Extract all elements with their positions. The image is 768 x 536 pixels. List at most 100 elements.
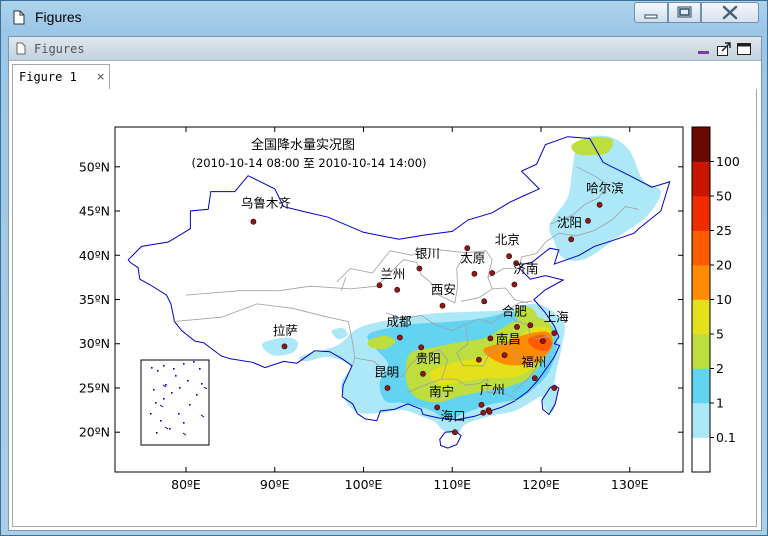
y-tick-label: 30ºN [79,336,110,351]
city-marker [527,322,534,329]
y-tick-label: 45ºN [79,204,110,219]
panel-titlebar[interactable]: Figures [9,37,761,61]
island-mark [169,428,171,430]
city-marker [539,338,546,344]
city-label: 沈阳 [557,215,582,230]
y-tick-label: 50ºN [79,159,110,174]
island-mark [178,413,180,415]
tab-figure-1[interactable]: Figure 1 × [12,64,110,90]
precip-area-10 [261,337,299,356]
colorbar-segment [692,161,710,197]
island-mark [153,389,155,391]
city-marker [489,270,496,276]
city-marker [551,385,558,391]
city-label: 昆明 [374,365,399,380]
figures-panel: Figures Figure 1 × 乌鲁木齐 哈尔滨 沈阳 北京 银川 太原 … [8,36,762,531]
colorbar-label: 20 [716,258,732,273]
maximize-button[interactable] [668,2,701,23]
city-marker [420,370,426,377]
x-tick-label: 90ºE [260,477,290,492]
colorbar-segment [692,196,710,231]
colorbar: 0.112510202550100 [691,126,740,473]
city-label: 太原 [460,250,485,265]
city-marker [486,408,493,415]
city-label: 北京 [495,232,520,247]
panel-maximize-icon[interactable] [736,41,752,57]
city-marker [394,286,401,293]
island-mark [183,363,185,365]
island-mark [157,370,159,372]
figure-canvas: 乌鲁木齐 哈尔滨 沈阳 北京 银川 太原 济南 兰州 西安 合肥 上海 成都 拉萨 南昌 贵阳 福州 昆明 南宁 广… [12,89,757,527]
city-marker [478,401,485,408]
island-mark [196,394,198,396]
colorbar-segment [692,299,710,335]
city-label: 成都 [386,314,412,329]
city-marker [480,409,487,416]
city-marker [434,404,441,411]
island-mark [160,420,162,422]
city-marker [281,343,288,350]
island-mark [183,422,185,424]
colorbar-label: 25 [716,223,732,238]
city-label: 哈尔滨 [586,181,624,196]
colorbar-segment [692,403,710,438]
city-marker [451,429,458,436]
y-tick-label: 20ºN [79,425,110,440]
south-china-sea-inset [140,359,210,446]
dock-icon[interactable] [696,41,712,57]
tab-label: Figure 1 [19,70,77,84]
tab-close-icon[interactable]: × [96,70,105,83]
city-marker [471,270,478,277]
city-marker [396,334,403,341]
city-marker [506,253,512,260]
island-mark [171,392,173,394]
precip-area-11 [331,327,348,340]
colorbar-label: 100 [716,154,740,169]
island-mark [201,383,203,385]
city-marker [501,352,508,359]
x-tick-label: 130ºE [611,477,649,492]
precipitation-map: 乌鲁木齐 哈尔滨沈阳北京银川 太原济南 兰州西安合肥 上海 成都拉萨南昌贵阳 福州昆明南宁 广… [79,126,740,492]
minimize-icon [644,14,658,19]
colorbar-label: 1 [716,396,724,411]
city-marker [475,356,482,363]
city-marker [568,236,575,243]
city-marker [376,282,383,289]
island-mark [189,404,191,406]
close-button[interactable] [701,2,759,23]
city-marker [596,201,603,208]
window-title: Figures [35,9,82,25]
minimize-button[interactable] [634,2,668,23]
x-tick-label: 110ºE [433,477,471,492]
city-label: 贵阳 [416,351,441,366]
colorbar-label: 10 [716,292,732,307]
island-mark [173,368,175,370]
panel-title: Figures [34,42,85,56]
city-label: 乌鲁木齐 [241,196,292,211]
city-label: 拉萨 [273,323,298,338]
city-marker [439,302,446,309]
colorbar-segment [692,127,710,162]
city-marker [511,281,518,288]
colorbar-segment [692,437,710,473]
figures-window: Figures Figures Figure 1 × 乌鲁木齐 哈尔滨 沈阳 北… [0,0,768,536]
document-icon [13,10,25,25]
city-label: 海口 [441,409,466,424]
province-border-6 [492,287,528,304]
x-tick-label: 100ºE [345,477,383,492]
city-label: 银川 [415,246,440,261]
colorbar-segment [692,334,710,369]
chart-title: 全国降水量实况图 [251,137,355,153]
close-icon [722,5,738,20]
city-marker [416,265,423,272]
chart-subtitle: (2010-10-14 08:00 至 2010-10-14 14:00) [191,156,426,170]
city-marker [481,298,488,305]
document-icon [16,42,26,55]
colorbar-label: 2 [716,361,724,376]
window-titlebar[interactable]: Figures [1,1,767,35]
island-mark [187,380,189,382]
city-marker [487,335,494,342]
maximize-icon [677,6,692,18]
undock-icon[interactable] [716,41,732,57]
island-mark [163,398,165,400]
